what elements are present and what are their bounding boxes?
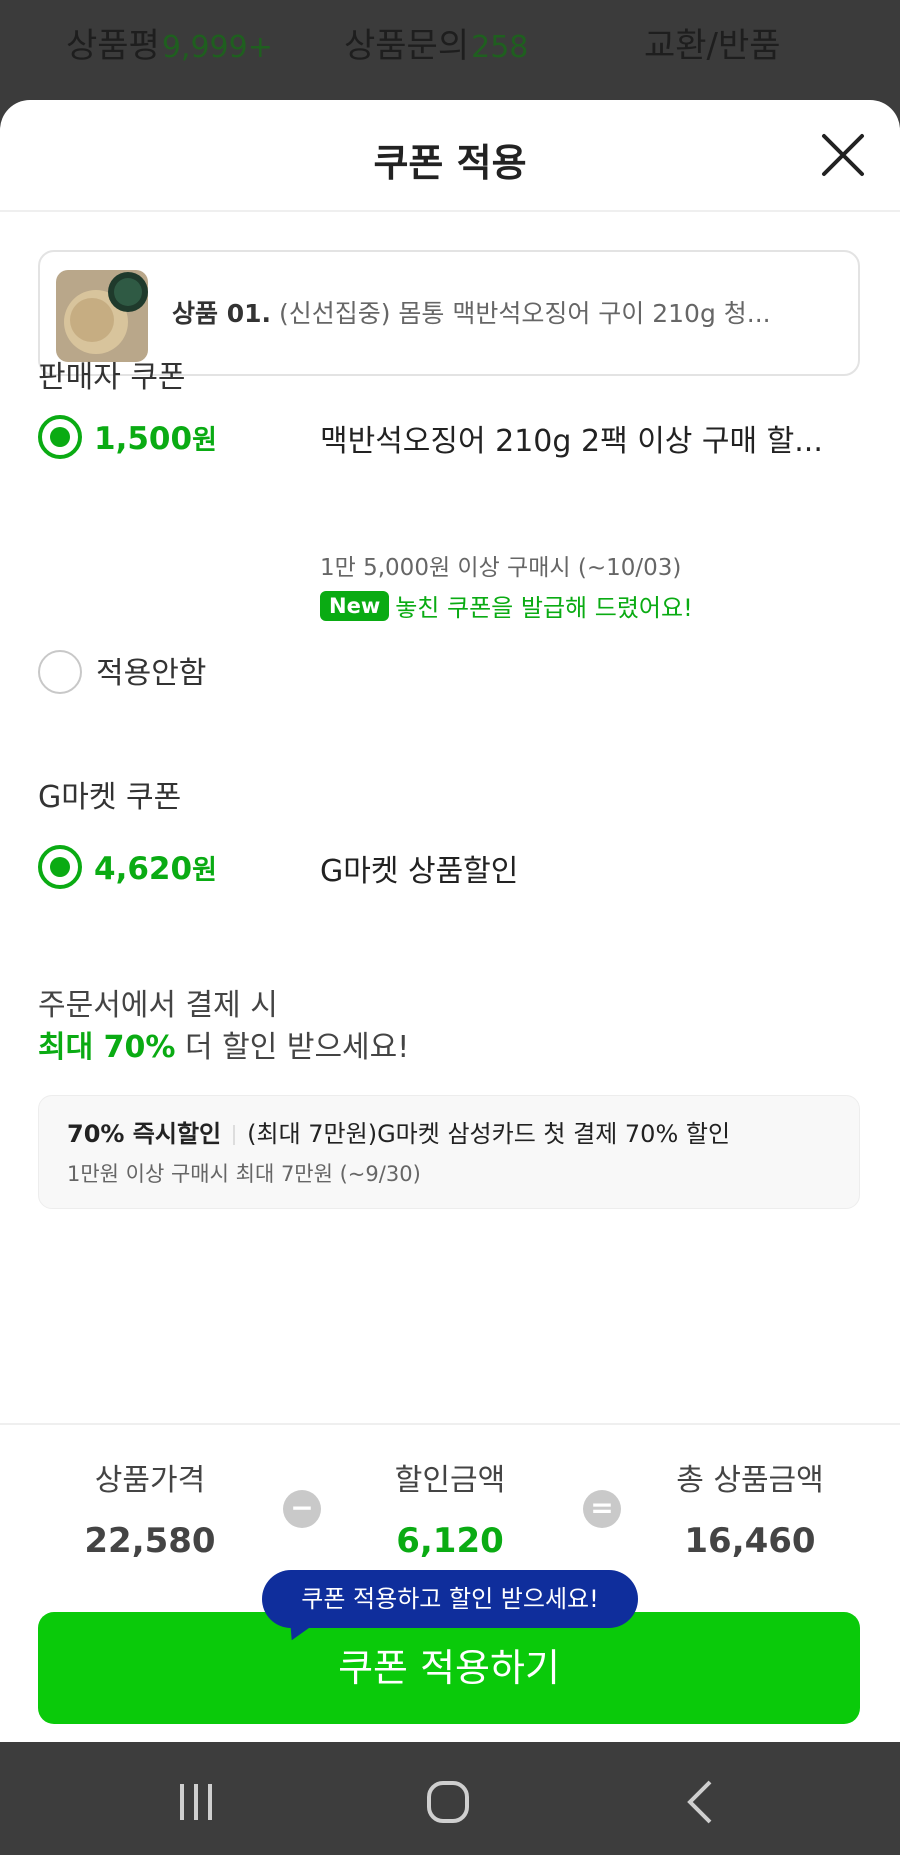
tab-reviews-label: 상품평 bbox=[66, 26, 160, 66]
sheet-title: 쿠폰 적용 bbox=[373, 141, 527, 185]
tab-questions[interactable]: 상품문의258 bbox=[344, 18, 528, 67]
summary-discount: 할인금액 6,120 bbox=[320, 1455, 580, 1561]
seller-coupon-condition: 1만 5,000원 이상 구매시 (~10/03) bbox=[320, 555, 682, 581]
product-tab-bar: 상품평9,999+ 상품문의258 교환/반품 bbox=[0, 0, 900, 100]
gmarket-coupon-title: G마켓 쿠폰 bbox=[38, 780, 182, 815]
seller-coupon-title: 판매자 쿠폰 bbox=[38, 360, 186, 395]
seller-coupon-amount: 1,500원 bbox=[94, 418, 217, 457]
new-coupon-notice: New 놓친 쿠폰을 발급해 드렸어요! bbox=[320, 588, 693, 623]
gmarket-coupon-name: G마켓 상품할인 bbox=[320, 854, 519, 889]
tab-reviews[interactable]: 상품평9,999+ bbox=[66, 18, 273, 67]
gmarket-coupon-radio[interactable] bbox=[38, 845, 82, 889]
promo-line2-rest: 더 할인 받으세요! bbox=[175, 1030, 410, 1065]
tab-questions-count: 258 bbox=[471, 30, 529, 65]
card-promo-title: (최대 7만원)G마켓 삼성카드 첫 결제 70% 할인 bbox=[247, 1120, 731, 1148]
total-label: 총 상품금액 bbox=[676, 1463, 824, 1498]
card-promo-tag: 70% 즉시할인 bbox=[67, 1120, 222, 1148]
coupon-sheet: 쿠폰 적용 상품 01. (신선집중) 몸통 맥반석오징어 구이 210g 청.… bbox=[0, 100, 900, 1742]
header-divider bbox=[0, 210, 900, 212]
promo-highlight: 최대 70% bbox=[38, 1030, 176, 1065]
tab-questions-label: 상품문의 bbox=[344, 26, 470, 66]
summary-price: 상품가격 22,580 bbox=[20, 1455, 280, 1561]
gmarket-coupon-amount: 4,620원 bbox=[94, 848, 217, 887]
seller-coupon-name: 맥반석오징어 210g 2팩 이상 구매 할... bbox=[320, 424, 823, 459]
recent-apps-icon[interactable] bbox=[166, 1772, 226, 1832]
equals-icon: = bbox=[583, 1490, 621, 1528]
discount-value: 6,120 bbox=[396, 1521, 504, 1561]
new-coupon-message: 놓친 쿠폰을 발급해 드렸어요! bbox=[395, 594, 693, 622]
system-nav-bar bbox=[0, 1742, 900, 1855]
product-thumbnail bbox=[56, 270, 148, 362]
minus-icon: − bbox=[283, 1490, 321, 1528]
product-name: 상품 01. (신선집중) 몸통 맥반석오징어 구이 210g 청... bbox=[172, 294, 842, 330]
promo-line2: 최대 70% 더 할인 받으세요! bbox=[38, 1022, 409, 1066]
new-badge: New bbox=[320, 590, 390, 621]
price-label: 상품가격 bbox=[94, 1463, 206, 1498]
apply-coupon-button[interactable]: 쿠폰 적용하기 bbox=[38, 1612, 860, 1724]
close-icon[interactable] bbox=[818, 130, 868, 180]
back-icon[interactable] bbox=[672, 1772, 732, 1832]
price-value: 22,580 bbox=[84, 1521, 216, 1561]
seller-coupon-value: 1,500 bbox=[94, 421, 193, 457]
no-coupon-radio[interactable] bbox=[38, 650, 82, 694]
no-coupon-label: 적용안함 bbox=[96, 656, 207, 691]
seller-coupon-radio[interactable] bbox=[38, 415, 82, 459]
tab-reviews-count: 9,999+ bbox=[161, 30, 273, 65]
tab-exchange-return[interactable]: 교환/반품 bbox=[644, 18, 781, 67]
coupon-tooltip: 쿠폰 적용하고 할인 받으세요! bbox=[262, 1570, 638, 1628]
tab-exchange-return-label: 교환/반품 bbox=[644, 26, 781, 66]
product-title: (신선집중) 몸통 맥반석오징어 구이 210g 청... bbox=[278, 299, 771, 328]
card-promo-condition: 1만원 이상 구매시 최대 7만원 (~9/30) bbox=[67, 1162, 421, 1186]
promo-line1: 주문서에서 결제 시 bbox=[38, 988, 278, 1023]
discount-label: 할인금액 bbox=[394, 1463, 506, 1498]
summary-total: 총 상품금액 16,460 bbox=[620, 1455, 880, 1561]
seller-coupon-unit: 원 bbox=[192, 425, 217, 456]
gmarket-coupon-value: 4,620 bbox=[94, 851, 193, 887]
total-value: 16,460 bbox=[684, 1521, 816, 1561]
card-promo-box[interactable]: 70% 즉시할인 (최대 7만원)G마켓 삼성카드 첫 결제 70% 할인 1만원… bbox=[38, 1095, 860, 1209]
product-index: 상품 01. bbox=[172, 299, 271, 328]
card-promo-separator bbox=[233, 1125, 236, 1145]
summary-divider bbox=[0, 1423, 900, 1425]
card-promo-title-line: 70% 즉시할인 (최대 7만원)G마켓 삼성카드 첫 결제 70% 할인 bbox=[67, 1114, 730, 1149]
home-icon[interactable] bbox=[418, 1772, 478, 1832]
gmarket-coupon-unit: 원 bbox=[192, 855, 217, 886]
